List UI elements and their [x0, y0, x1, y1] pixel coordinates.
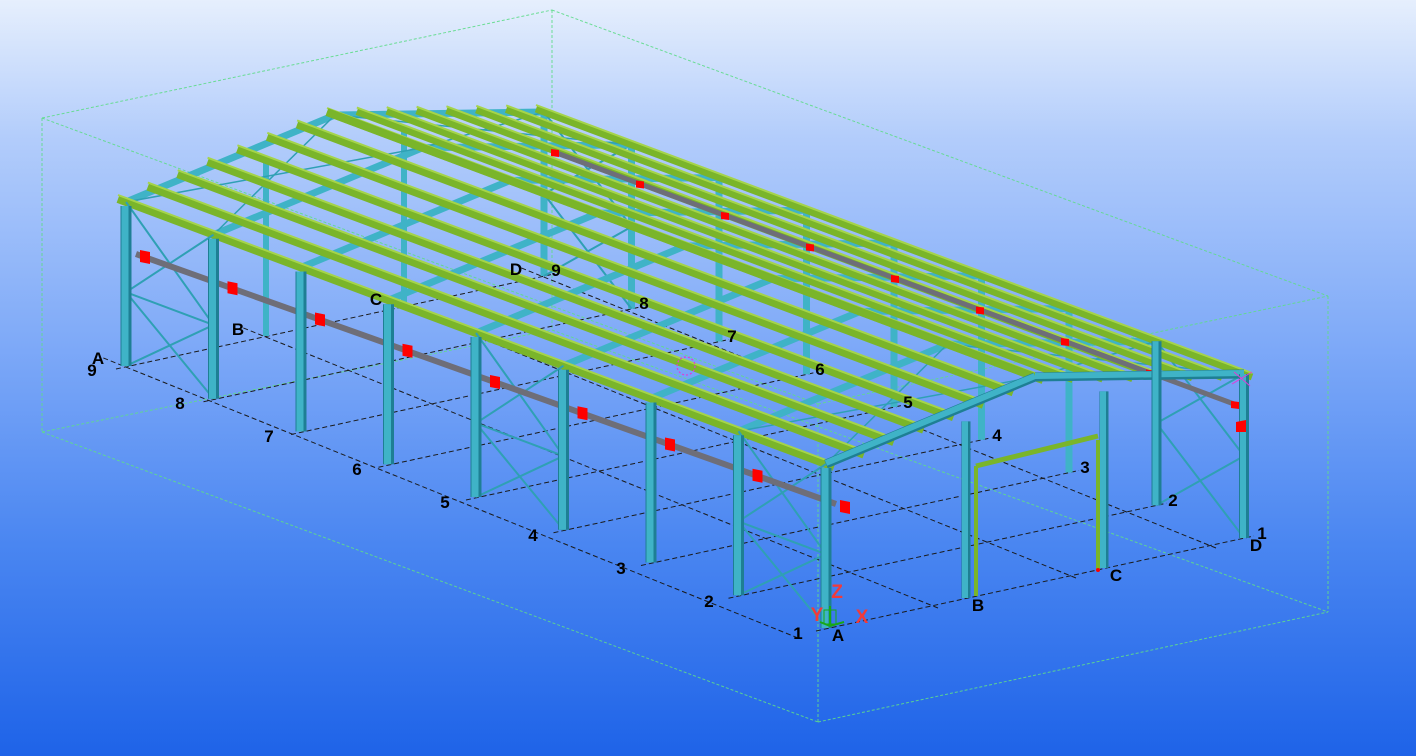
grid-label-5: 5: [440, 493, 450, 512]
wall-brace: [475, 364, 565, 425]
strut-bracket: [1061, 338, 1069, 346]
strut-bracket: [976, 306, 984, 315]
purlin-flange: [475, 104, 1193, 375]
corner-bracket: [1236, 420, 1246, 432]
strut-bracket: [665, 437, 675, 452]
strut-bracket: [227, 281, 238, 296]
grid-label-6: 6: [352, 460, 362, 479]
grid-label-7: 7: [264, 427, 274, 446]
purlin-flange: [356, 106, 1074, 377]
bounding-box-edge: [817, 611, 1329, 723]
grid-label-c-back: C: [369, 290, 383, 309]
grid-line-4: [553, 437, 992, 534]
grid-line-3: [640, 470, 1080, 566]
grid-label-a-front: A: [831, 626, 845, 645]
purlin: [355, 108, 1075, 383]
grid-line-1: [815, 535, 1255, 632]
door-anchor: [1096, 568, 1100, 572]
grid-label-2: 2: [704, 592, 714, 611]
axis-y-label: Y: [810, 605, 824, 626]
strut-bracket: [721, 212, 729, 220]
bounding-box-edge: [41, 431, 819, 723]
purlin: [475, 106, 1194, 382]
grid-label-far-6: 6: [815, 360, 825, 379]
grid-label-far-4: 4: [992, 426, 1002, 445]
grid-label-c-front: C: [1109, 566, 1123, 585]
steel-frame-model[interactable]: [0, 0, 1416, 756]
bounding-box-edge: [41, 9, 553, 119]
grid-label-4: 4: [528, 526, 538, 545]
strut-bracket: [577, 406, 588, 421]
strut-bracket: [315, 312, 325, 327]
grid-label-far-5: 5: [903, 393, 913, 412]
grid-label-8: 8: [175, 394, 185, 413]
axis-z-label: Z: [831, 582, 843, 603]
grid-label-far-8: 8: [639, 294, 649, 313]
grid-label-right-3: 3: [1080, 458, 1090, 477]
strut-bracket: [551, 149, 559, 157]
grid-label-a-back: A: [91, 349, 105, 368]
grid-label-3: 3: [616, 559, 626, 578]
strut-bracket: [752, 468, 763, 483]
strut-bracket: [891, 275, 899, 283]
model-3d-viewport[interactable]: 1 2 3 4 5 6 7 8 9 4 5 6 7 8 9 A B C D 1 …: [0, 0, 1416, 756]
grid-label-right-2: 2: [1168, 491, 1178, 510]
grid-label-right-1: 1: [1257, 524, 1267, 543]
strut-bracket: [840, 500, 850, 514]
grid-label-far-7: 7: [727, 327, 737, 346]
grid-label-b-back: B: [231, 320, 245, 339]
grid-label-1: 1: [793, 624, 803, 643]
grid-label-far-9: 9: [551, 261, 561, 280]
wall-brace: [475, 455, 564, 498]
wall-brace: [738, 553, 827, 597]
strut-bracket: [636, 180, 644, 189]
grid-label-b-front: B: [971, 596, 985, 615]
strut-bracket: [806, 243, 814, 252]
strut-bracket: [490, 375, 500, 389]
strut-bracket: [402, 343, 413, 358]
strut-bracket: [1231, 401, 1239, 409]
strut-bracket: [140, 250, 150, 264]
grid-label-d-back: D: [509, 260, 523, 279]
rafter-front-face: [1034, 370, 1245, 379]
axis-x-label: X: [855, 607, 869, 628]
wall-brace: [125, 324, 214, 367]
